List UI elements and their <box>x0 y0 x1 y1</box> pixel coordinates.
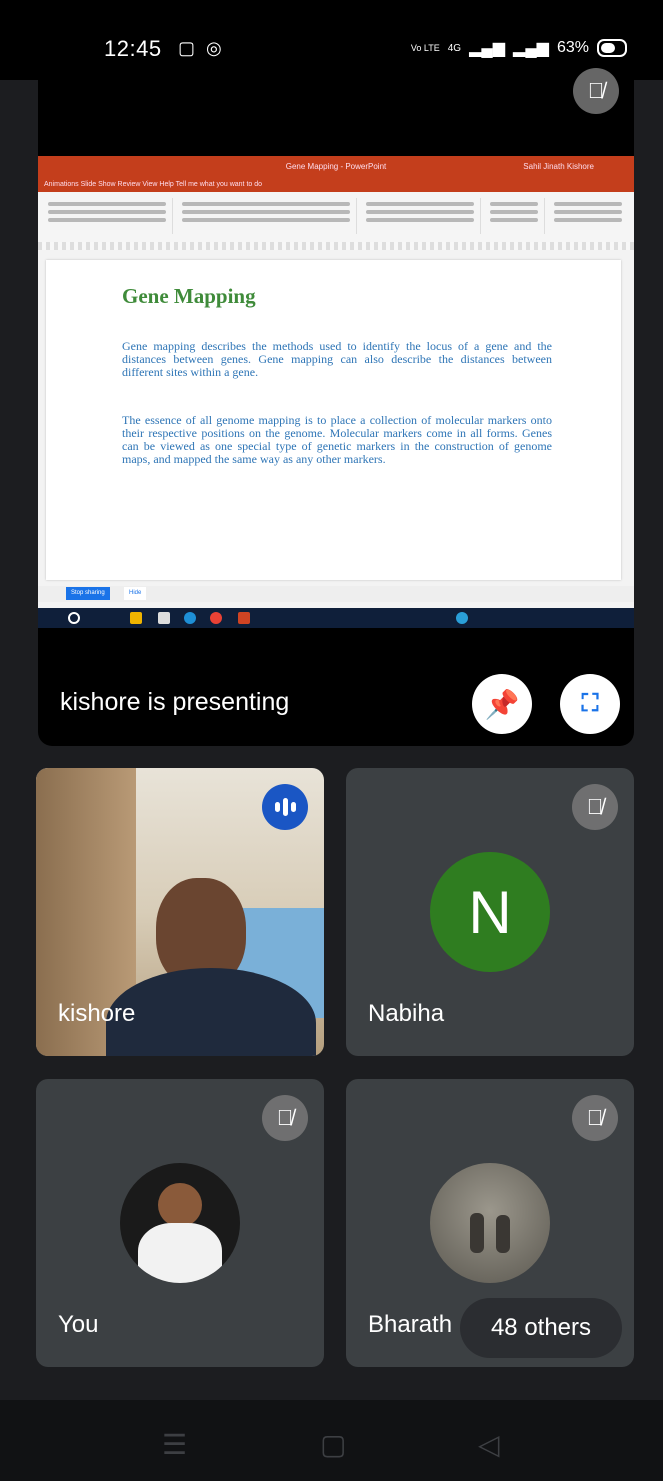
ppt-status-strip: Stop sharing Hide <box>38 586 634 602</box>
network-type-label: 4G <box>447 42 462 54</box>
participant-name: Bharath <box>368 1311 453 1338</box>
stop-sharing-chip: Stop sharing <box>66 587 110 600</box>
avatar: N <box>430 852 550 972</box>
avatar <box>120 1163 240 1283</box>
mic-off-icon: 🎙̸ <box>572 784 618 830</box>
audio-level-icon <box>262 784 308 830</box>
slide-title: Gene Mapping <box>122 284 256 308</box>
avatar <box>430 1163 550 1283</box>
ppt-menu-bar: Animations Slide Show Review View Help T… <box>38 178 634 192</box>
participant-name: kishore <box>58 1000 136 1027</box>
volte-label: Vo LTE <box>410 43 440 53</box>
fullscreen-button[interactable]: ⛶ <box>560 674 620 734</box>
presentation-tile[interactable]: 🎙̸ Gene Mapping - PowerPoint Sahil Jinat… <box>38 58 634 746</box>
camera-notification-icon: ▢ <box>178 38 196 58</box>
home-icon[interactable]: ▢ <box>320 1428 346 1461</box>
fullscreen-icon: ⛶ <box>581 690 599 717</box>
status-right-group: Vo LTE 4G ▂▄▆ ▂▄▆ 63% <box>411 38 627 58</box>
slide-page: Gene Mapping Gene mapping describes the … <box>46 260 621 580</box>
slide-paragraph-2: The essence of all genome mapping is to … <box>122 413 552 466</box>
mic-off-icon: 🎙̸ <box>573 68 619 114</box>
edge-icon <box>184 612 196 624</box>
powerpoint-icon <box>238 612 250 624</box>
battery-percent: 63% <box>556 39 589 56</box>
shared-screen: Gene Mapping - PowerPoint Sahil Jinath K… <box>38 156 634 628</box>
slide-paragraph-1: Gene mapping describes the methods used … <box>122 339 552 379</box>
ppt-user-name: Sahil Jinath Kishore <box>523 162 594 171</box>
back-icon[interactable]: ◁ <box>478 1428 500 1461</box>
ppt-ruler <box>38 242 634 250</box>
hide-chip: Hide <box>124 587 147 600</box>
chrome-icon <box>210 612 222 624</box>
pin-button[interactable]: 📌 <box>472 674 532 734</box>
start-search-icon <box>68 612 80 624</box>
mic-off-icon: 🎙̸ <box>262 1095 308 1141</box>
ppt-window-title: Gene Mapping - PowerPoint <box>285 162 387 171</box>
participant-tile-kishore[interactable]: kishore <box>36 768 324 1056</box>
ppt-ribbon <box>38 192 634 243</box>
ribbon-editing-group <box>548 198 628 234</box>
participant-name: Nabiha <box>368 1000 445 1027</box>
windows-taskbar <box>38 608 634 628</box>
whatsapp-notification-icon: ◎ <box>206 38 222 58</box>
app-icon <box>158 612 170 624</box>
battery-icon <box>597 39 627 57</box>
ribbon-styles-group <box>484 198 545 234</box>
others-label: 48 others <box>490 1314 592 1341</box>
participant-name: You <box>58 1311 99 1338</box>
explorer-icon <box>130 612 142 624</box>
ribbon-drawing-group <box>360 198 481 234</box>
signal-icon: ▂▄▆ <box>469 40 506 57</box>
avatar-initial: N <box>468 878 512 946</box>
ppt-title-bar: Gene Mapping - PowerPoint Sahil Jinath K… <box>38 156 634 178</box>
menu-icon[interactable]: ☰ <box>162 1428 187 1461</box>
tray-icon <box>456 612 468 624</box>
ribbon-font-group <box>42 198 173 234</box>
pin-icon: 📌 <box>484 688 520 720</box>
ribbon-paragraph-group <box>176 198 357 234</box>
system-nav-bar: ☰ ▢ ◁ <box>0 1400 663 1481</box>
participant-tile-nabiha[interactable]: 🎙̸ N Nabiha <box>346 768 634 1056</box>
mic-off-icon: 🎙̸ <box>572 1095 618 1141</box>
participant-tile-you[interactable]: 🎙̸ You <box>36 1079 324 1367</box>
others-button[interactable]: 48 others <box>460 1298 622 1358</box>
presenting-label: kishore is presenting <box>60 688 290 716</box>
signal-icon-2: ▂▄▆ <box>513 40 549 57</box>
